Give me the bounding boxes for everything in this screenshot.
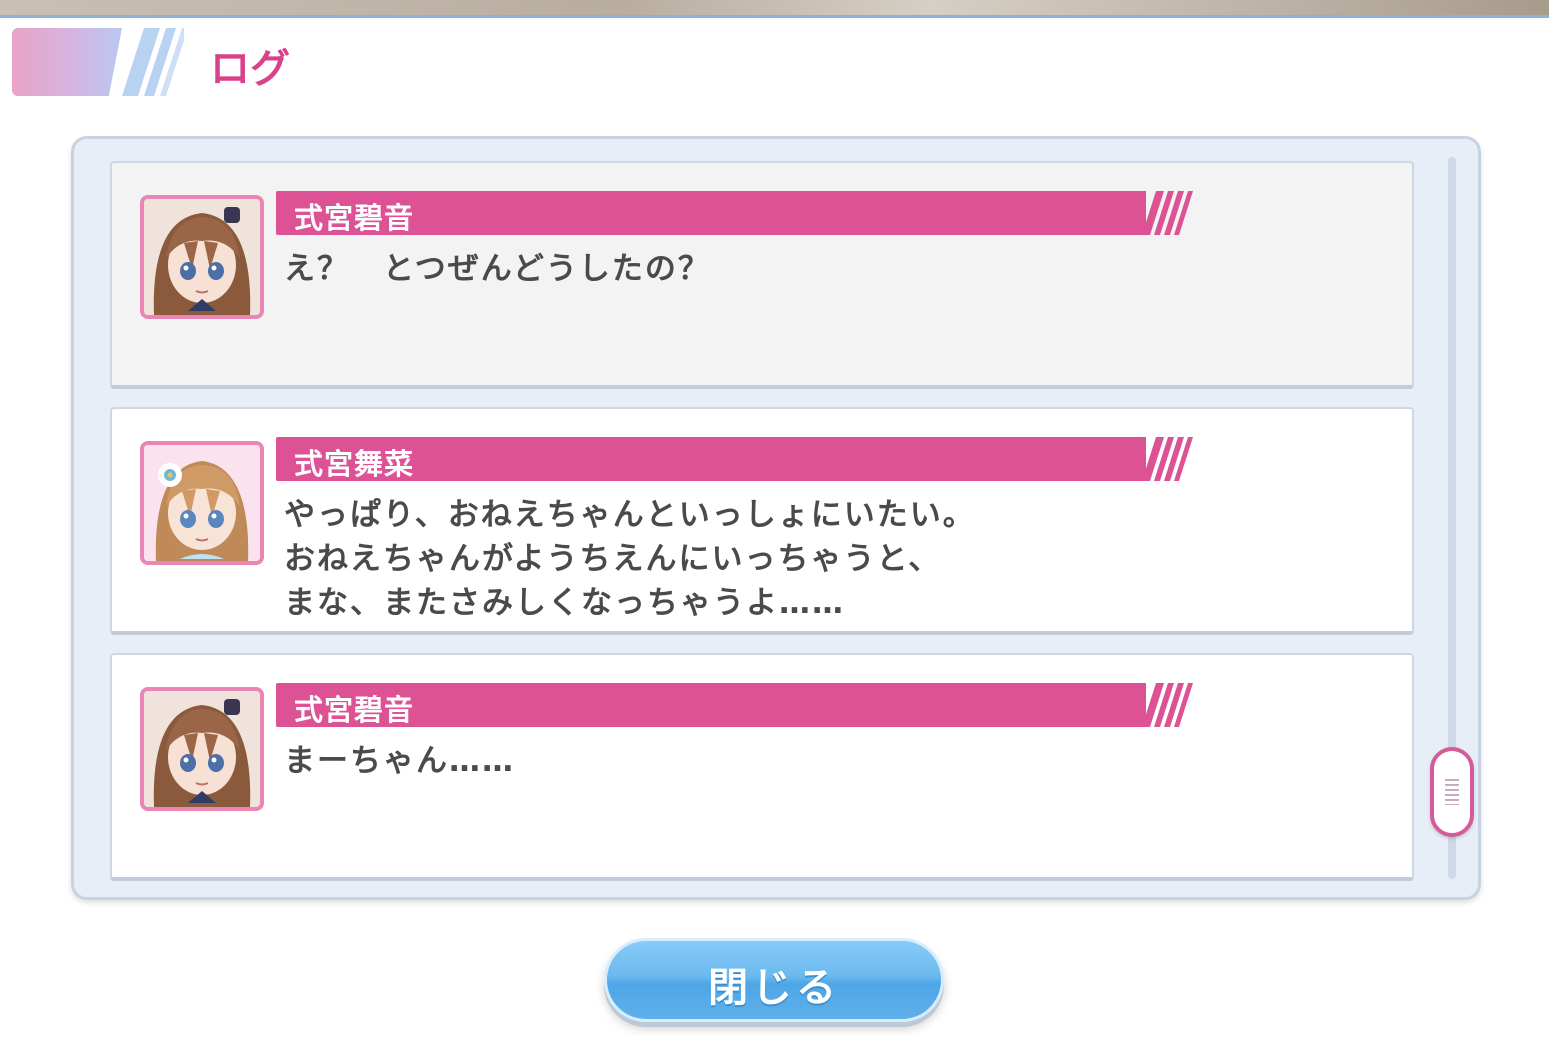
- log-entry[interactable]: 式宮舞菜 やっぱり、おねえちゃんといっしょにいたい。 おねえちゃんがようちえんに…: [110, 407, 1414, 635]
- page-title: ログ: [210, 46, 290, 92]
- speaker-name: 式宮碧音: [294, 201, 415, 235]
- character-portrait-mana-icon: [140, 441, 264, 565]
- log-entry[interactable]: 式宮碧音 まーちゃん……: [110, 653, 1414, 881]
- header-stripes-decoration: [122, 28, 184, 96]
- name-bar-stripes-decoration: [1142, 191, 1193, 235]
- grip-icon: [1445, 779, 1459, 805]
- background-scene-strip: [0, 0, 1549, 18]
- character-portrait-akane-icon: [140, 195, 264, 319]
- log-panel: 式宮碧音 え？ とつぜんどうしたの？ 式宮舞菜 やっぱり、おねえちゃんといっしょ…: [71, 136, 1481, 900]
- dialogue-text: やっぱり、おねえちゃんといっしょにいたい。 おねえちゃんがようちえんにいっちゃう…: [284, 497, 976, 621]
- speaker-name-bar: 式宮舞菜: [276, 437, 1196, 481]
- log-header: ログ: [12, 28, 432, 96]
- log-entry[interactable]: 式宮碧音 え？ とつぜんどうしたの？: [110, 161, 1414, 389]
- dialogue-text: え？ とつぜんどうしたの？: [284, 251, 711, 287]
- dialogue-text: まーちゃん……: [284, 743, 515, 779]
- speaker-name-bar: 式宮碧音: [276, 683, 1196, 727]
- name-bar-stripes-decoration: [1142, 437, 1193, 481]
- name-bar-stripes-decoration: [1142, 683, 1193, 727]
- close-button[interactable]: 閉じる: [604, 938, 944, 1022]
- close-button-label: 閉じる: [708, 965, 840, 1011]
- speaker-name: 式宮舞菜: [294, 447, 415, 481]
- scrollbar-thumb[interactable]: [1430, 747, 1474, 837]
- speaker-name: 式宮碧音: [294, 693, 415, 727]
- speaker-name-bar: 式宮碧音: [276, 191, 1196, 235]
- character-portrait-akane-icon: [140, 687, 264, 811]
